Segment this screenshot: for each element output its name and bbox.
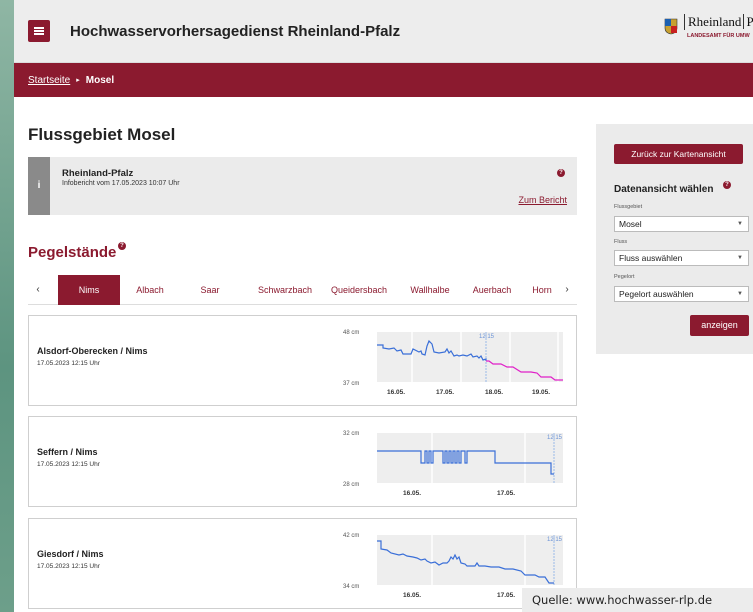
section-title: Pegelstände	[28, 244, 117, 261]
gauge-name: Alsdorf-Oberecken / Nims	[37, 346, 148, 356]
sidebar-title: Datenansicht wählen	[614, 184, 714, 195]
y-max-label: 48 cm	[343, 330, 359, 336]
now-label: 12:15	[547, 537, 563, 543]
gauge-location-select[interactable]: Pegelort auswählen ▼	[614, 286, 749, 302]
page: Hochwasservorhersagedienst Rheinland-Pfa…	[14, 0, 753, 612]
tabs-next-arrow[interactable]: ›	[557, 275, 577, 305]
crest-icon	[664, 18, 678, 35]
field-label: Fluss	[614, 239, 628, 245]
help-icon[interactable]: ?	[557, 169, 565, 177]
tab-auerbach[interactable]: Auerbach	[466, 275, 518, 305]
chevron-down-icon: ▼	[737, 255, 743, 261]
gauge-card[interactable]: Giesdorf / Nims 17.05.2023 12:15 Uhr 42 …	[28, 518, 577, 609]
date-label: 16.05.	[403, 490, 421, 497]
report-link[interactable]: Zum Bericht	[518, 195, 567, 205]
date-label: 18.05.	[485, 389, 503, 396]
breadcrumb-home-link[interactable]: Startseite	[28, 75, 70, 86]
select-value: Mosel	[619, 219, 642, 229]
field-label: Pegelort	[614, 274, 635, 280]
river-select[interactable]: Fluss auswählen ▼	[614, 250, 749, 266]
date-label: 16.05.	[387, 389, 405, 396]
info-report-box: i Rheinland-Pfalz Infobericht vom 17.05.…	[28, 157, 577, 215]
breadcrumb: Startseite ▸ Mosel	[14, 63, 753, 97]
help-icon[interactable]: ?	[118, 242, 126, 250]
back-to-map-button[interactable]: Zurück zur Kartenansicht	[614, 144, 743, 164]
logo-subtitle: LANDESAMT FÜR UMW	[687, 33, 750, 39]
field-label: Flussgebiet	[614, 204, 643, 210]
tab-wallhalbe[interactable]: Wallhalbe	[402, 275, 458, 305]
gauge-sparkline: 48 cm 37 cm 12:15 16.05. 17.05. 18.05. 1…	[343, 330, 563, 396]
show-button[interactable]: anzeigen	[690, 315, 749, 336]
gauge-card[interactable]: Alsdorf-Oberecken / Nims 17.05.2023 12:1…	[28, 315, 577, 406]
river-tabs: ‹ Nims Albach Saar Schwarzbach Queidersb…	[28, 275, 577, 305]
site-header: Hochwasservorhersagedienst Rheinland-Pfa…	[14, 0, 753, 63]
river-basin-select[interactable]: Mosel ▼	[614, 216, 749, 232]
select-value: Fluss auswählen	[619, 253, 683, 263]
info-date: Infobericht vom 17.05.2023 10:07 Uhr	[62, 180, 180, 187]
gauge-card[interactable]: Seffern / Nims 17.05.2023 12:15 Uhr 32 c…	[28, 416, 577, 507]
tab-queidersbach[interactable]: Queidersbach	[324, 275, 394, 305]
hamburger-icon	[34, 33, 44, 35]
tab-nims[interactable]: Nims	[58, 275, 120, 305]
hamburger-icon	[34, 27, 44, 29]
gauge-timestamp: 17.05.2023 12:15 Uhr	[37, 563, 100, 570]
y-min-label: 37 cm	[343, 381, 359, 387]
tab-schwarzbach[interactable]: Schwarzbach	[251, 275, 319, 305]
logo-text: RheinlandPfalz	[684, 14, 753, 30]
select-value: Pegelort auswählen	[619, 289, 694, 299]
gauge-name: Giesdorf / Nims	[37, 549, 104, 559]
info-icon: i	[28, 157, 50, 215]
now-label: 12:15	[547, 435, 563, 441]
source-caption: Quelle: www.hochwasser-rlp.de	[522, 588, 753, 612]
date-label: 17.05.	[497, 490, 515, 497]
rlp-logo[interactable]: RheinlandPfalz LANDESAMT FÜR UMW	[662, 14, 753, 50]
chevron-down-icon: ▼	[737, 221, 743, 227]
chevron-right-icon: ▸	[76, 77, 80, 84]
hamburger-icon	[34, 30, 44, 32]
y-max-label: 32 cm	[343, 431, 359, 437]
tabs-prev-arrow[interactable]: ‹	[28, 275, 48, 305]
date-label: 17.05.	[497, 592, 515, 599]
tab-albach[interactable]: Albach	[126, 275, 174, 305]
tab-saar[interactable]: Saar	[190, 275, 230, 305]
date-label: 19.05.	[532, 389, 550, 396]
help-icon[interactable]: ?	[723, 181, 731, 189]
gauge-timestamp: 17.05.2023 12:15 Uhr	[37, 360, 100, 367]
page-title: Flussgebiet Mosel	[28, 125, 176, 144]
now-label: 12:15	[479, 334, 495, 340]
chevron-down-icon: ▼	[737, 291, 743, 297]
y-min-label: 28 cm	[343, 482, 359, 488]
data-view-sidebar: Zurück zur Kartenansicht Datenansicht wä…	[596, 124, 753, 354]
left-background-strip	[0, 0, 14, 612]
site-title: Hochwasservorhersagedienst Rheinland-Pfa…	[70, 23, 401, 40]
breadcrumb-current: Mosel	[85, 74, 115, 86]
info-region: Rheinland-Pfalz	[62, 168, 134, 179]
tab-horn[interactable]: Horn	[526, 275, 558, 305]
gauge-name: Seffern / Nims	[37, 447, 98, 457]
y-max-label: 42 cm	[343, 533, 359, 539]
gauge-sparkline: 32 cm 28 cm 12:15 16.05. 17.05.	[343, 431, 563, 497]
date-label: 16.05.	[403, 592, 421, 599]
gauge-timestamp: 17.05.2023 12:15 Uhr	[37, 461, 100, 468]
y-min-label: 34 cm	[343, 584, 359, 590]
menu-button[interactable]	[28, 20, 50, 42]
date-label: 17.05.	[436, 389, 454, 396]
